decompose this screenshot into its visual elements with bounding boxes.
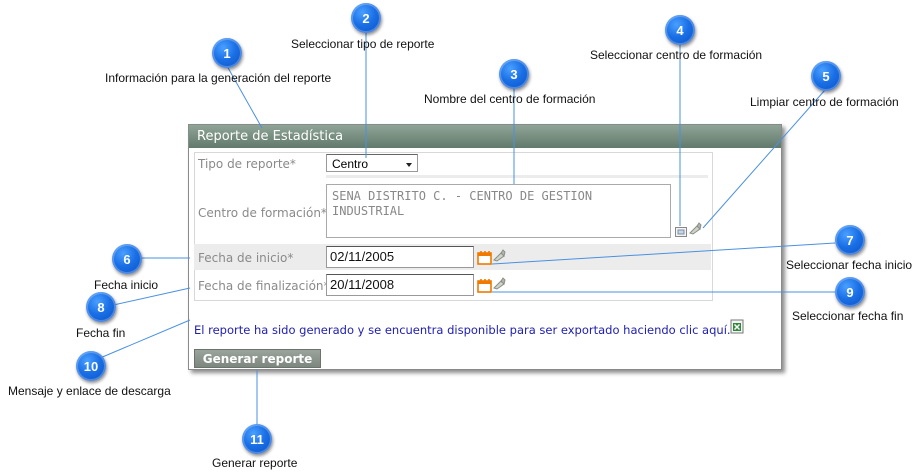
callout-label-1: Información para la generación del repor… bbox=[105, 71, 332, 85]
callout-label-4: Seleccionar centro de formación bbox=[590, 48, 763, 62]
callout-label-5: Limpiar centro de formación bbox=[750, 95, 899, 109]
callout-badge-3: 3 bbox=[499, 59, 529, 89]
fin-label: Fecha de finalización* bbox=[198, 279, 330, 293]
separator bbox=[326, 175, 708, 178]
callout-label-9: Seleccionar fecha fin bbox=[792, 309, 904, 323]
callout-label-11: Generar reporte bbox=[212, 456, 298, 470]
generate-report-button[interactable]: Generar reporte bbox=[194, 349, 321, 368]
report-panel: Reporte de Estadística Tipo de reporte* … bbox=[188, 124, 782, 370]
excel-icon[interactable] bbox=[730, 319, 744, 334]
callout-badge-10: 10 bbox=[76, 351, 106, 381]
callout-label-8: Fecha fin bbox=[76, 326, 126, 340]
tipo-select-value: Centro bbox=[332, 157, 369, 171]
callout-badge-1: 1 bbox=[212, 38, 242, 68]
tipo-label: Tipo de reporte* bbox=[198, 157, 296, 171]
callout-badge-9: 9 bbox=[835, 277, 865, 307]
callout-badge-8: 8 bbox=[86, 292, 116, 322]
callout-label-3: Nombre del centro de formación bbox=[424, 92, 596, 106]
callout-badge-6: 6 bbox=[112, 244, 142, 274]
callout-badge-7: 7 bbox=[835, 225, 865, 255]
callout-label-10: Mensaje y enlace de descarga bbox=[8, 384, 171, 398]
callout-badge-11: 11 bbox=[242, 424, 272, 454]
calendar-icon[interactable] bbox=[477, 278, 493, 293]
calendar-icon[interactable] bbox=[477, 250, 493, 265]
inicio-input[interactable]: 02/11/2005 bbox=[326, 246, 474, 268]
callout-label-2: Seleccionar tipo de reporte bbox=[291, 37, 435, 51]
callout-badge-4: 4 bbox=[665, 15, 695, 45]
download-message-link[interactable]: El reporte ha sido generado y se encuent… bbox=[194, 323, 731, 337]
callout-label-7: Seleccionar fecha inicio bbox=[786, 258, 913, 272]
chevron-down-icon bbox=[406, 163, 412, 167]
clear-icon[interactable] bbox=[492, 248, 506, 262]
inicio-label: Fecha de inicio* bbox=[198, 251, 294, 265]
centro-label: Centro de formación* bbox=[198, 206, 327, 220]
fin-input[interactable]: 20/11/2008 bbox=[326, 274, 474, 296]
clear-icon[interactable] bbox=[688, 221, 702, 235]
select-centro-icon[interactable] bbox=[675, 224, 687, 237]
clear-icon[interactable] bbox=[492, 276, 506, 290]
callout-label-6: Fecha inicio bbox=[94, 278, 159, 292]
callout-badge-5: 5 bbox=[811, 61, 841, 91]
panel-title: Reporte de Estadística bbox=[189, 125, 781, 148]
callout-badge-2: 2 bbox=[351, 3, 381, 33]
tipo-select[interactable]: Centro bbox=[326, 154, 418, 172]
centro-textarea[interactable]: SENA DISTRITO C. - CENTRO DE GESTION IND… bbox=[326, 184, 671, 238]
